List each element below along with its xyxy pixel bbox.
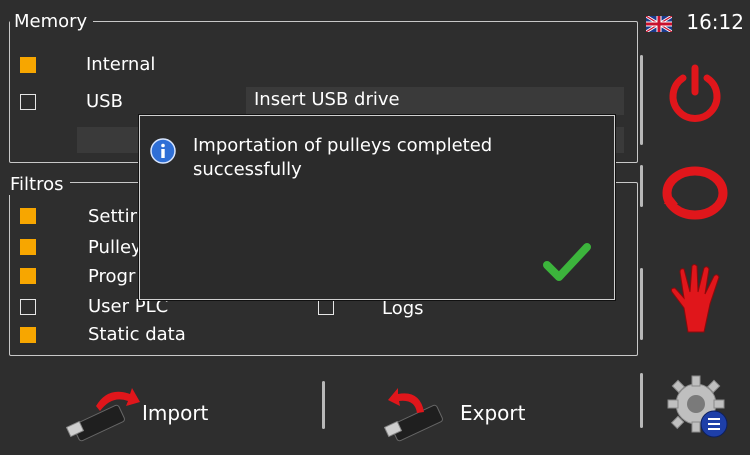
pulleys-label: Pulley	[88, 237, 142, 258]
static-data-label: Static data	[88, 324, 186, 345]
internal-checkbox[interactable]	[20, 57, 36, 73]
import-complete-dialog: Importation of pulleys completed success…	[139, 115, 615, 300]
programs-label: Progr	[88, 266, 136, 287]
power-button[interactable]	[664, 62, 726, 124]
user-plc-checkbox[interactable]	[20, 299, 36, 315]
programs-checkbox[interactable]	[20, 268, 36, 284]
hand-stop-icon	[670, 264, 720, 333]
uk-flag-icon[interactable]	[646, 16, 672, 32]
usb-checkbox[interactable]	[20, 94, 36, 110]
filters-panel-title: Filtros	[6, 175, 70, 195]
usb-import-icon	[66, 388, 140, 442]
memory-panel-title: Memory	[10, 12, 94, 32]
usb-export-icon	[384, 388, 443, 442]
export-label: Export	[460, 401, 526, 425]
usb-status-field: Insert USB drive	[246, 87, 624, 115]
bottom-divider	[322, 381, 325, 429]
clock-time: 16:12	[686, 10, 744, 34]
settings-checkbox[interactable]	[20, 208, 36, 224]
refresh-icon	[662, 166, 728, 220]
checkmark-icon[interactable]	[543, 241, 591, 285]
right-divider-bottom	[640, 373, 643, 428]
right-divider-middle	[640, 165, 643, 207]
refresh-button[interactable]	[662, 164, 728, 222]
right-divider-top	[640, 55, 643, 145]
emergency-stop-button[interactable]	[666, 262, 724, 334]
right-divider-lower	[640, 268, 643, 340]
pulleys-checkbox[interactable]	[20, 239, 36, 255]
logs-checkbox[interactable]	[318, 299, 334, 315]
usb-label: USB	[86, 91, 123, 112]
settings-gear-icon	[667, 375, 728, 438]
user-plc-label: User PLC	[88, 296, 169, 317]
export-button[interactable]: Export	[384, 384, 544, 442]
info-icon	[150, 138, 176, 164]
static-data-checkbox[interactable]	[20, 327, 36, 343]
dialog-message: Importation of pulleys completed success…	[193, 135, 493, 180]
settings-button[interactable]	[664, 372, 732, 442]
settings-label: Settir	[88, 206, 138, 227]
import-button[interactable]: Import	[66, 384, 226, 442]
internal-label: Internal	[86, 54, 156, 75]
logs-label: Logs	[382, 298, 424, 319]
power-icon	[669, 64, 721, 122]
import-label: Import	[142, 401, 209, 425]
